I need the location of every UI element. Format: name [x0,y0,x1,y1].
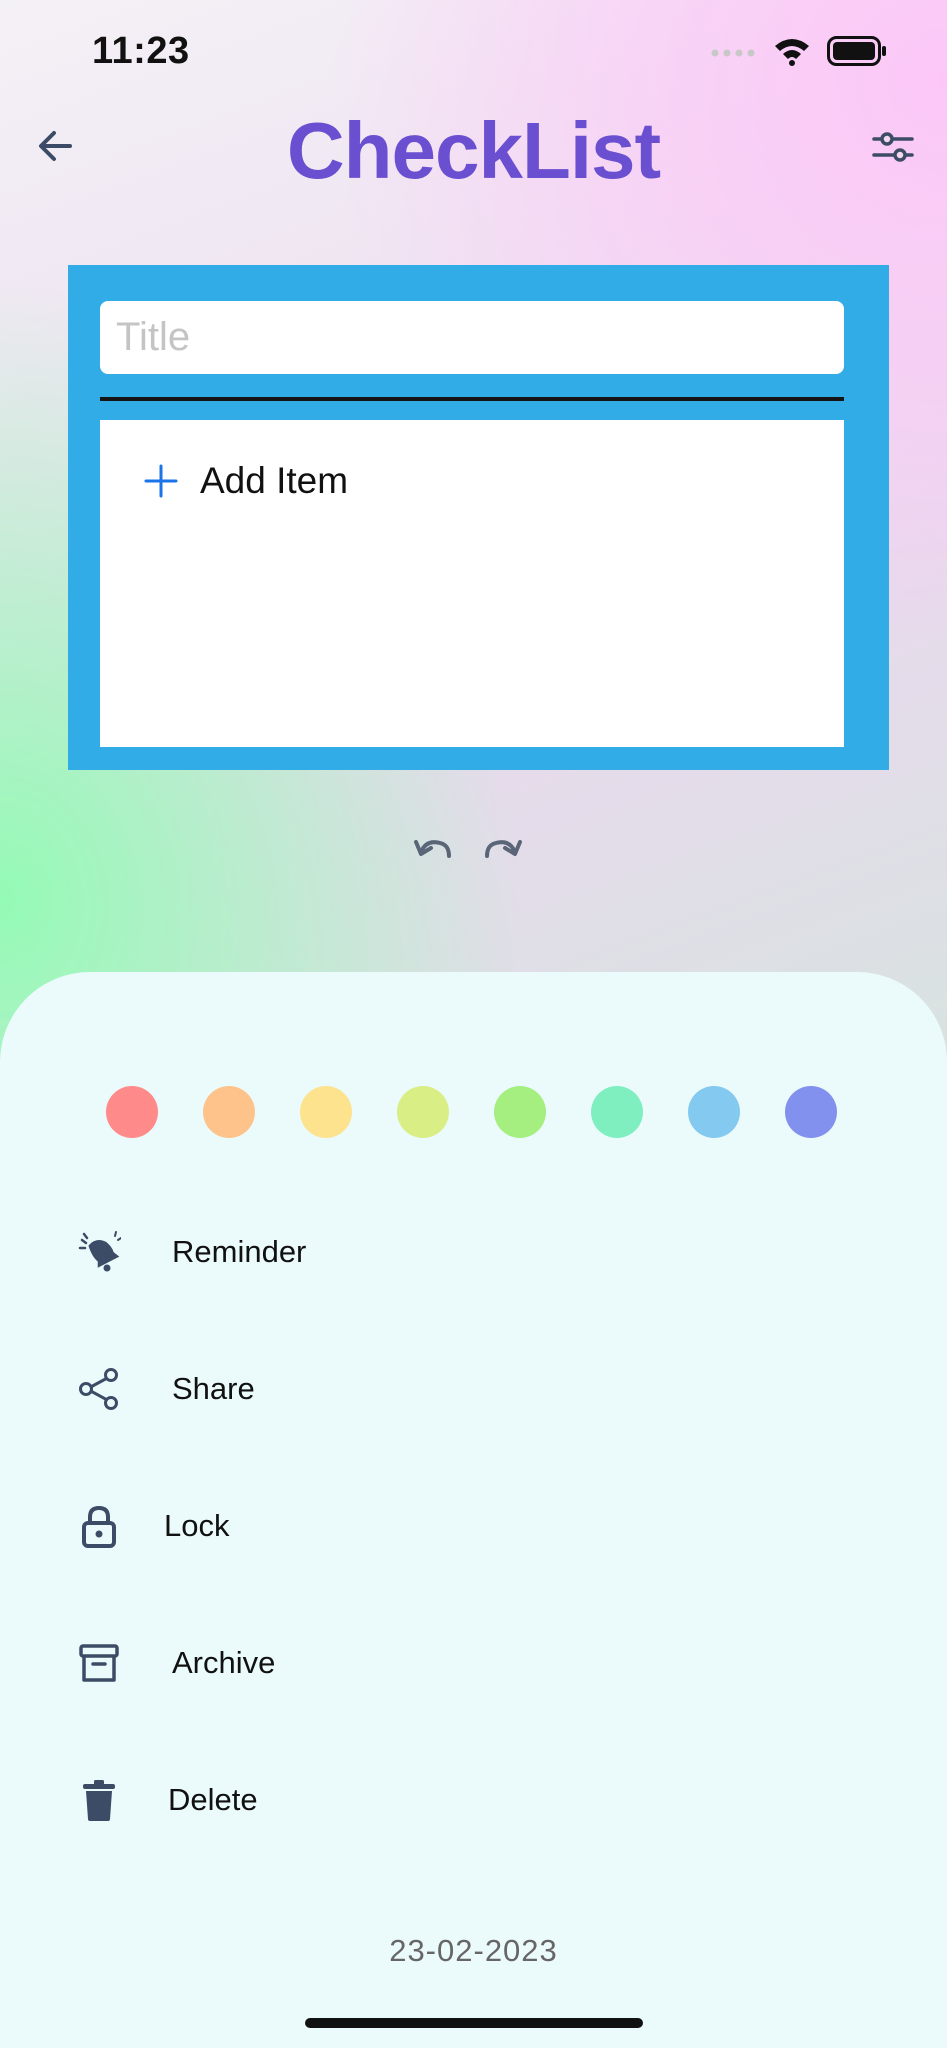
undo-button[interactable] [413,830,453,860]
color-picker [106,1086,837,1138]
checklist-items: Add Item [100,420,844,747]
page-title: CheckList [286,106,661,195]
menu-label: Lock [164,1508,230,1543]
lock-icon [76,1503,122,1549]
menu-item-reminder[interactable]: Reminder [76,1222,306,1282]
add-item-label: Add Item [200,460,349,501]
undo-redo-controls [413,830,523,860]
redo-icon [485,840,522,858]
sliders-icon [872,132,914,162]
filter-settings-button[interactable] [871,125,915,169]
color-swatch-green[interactable] [494,1086,546,1138]
home-indicator [305,2018,643,2028]
menu-label: Archive [172,1645,276,1680]
wifi-icon [773,36,811,71]
menu-label: Share [172,1371,255,1406]
checklist-card: Add Item [68,265,889,770]
share-icon [76,1366,122,1412]
menu-label: Reminder [172,1234,307,1269]
signal-icon [711,45,757,63]
options-sheet: Reminder Share Lock Archive Delete 23-02… [0,972,947,2048]
color-swatch-mint[interactable] [591,1086,643,1138]
title-divider [100,397,844,401]
color-swatch-lime[interactable] [397,1086,449,1138]
color-swatch-yellow[interactable] [300,1086,352,1138]
battery-icon [827,36,887,71]
color-swatch-sky[interactable] [688,1086,740,1138]
trash-icon [76,1777,122,1823]
status-bar: 11:23 [0,0,947,110]
color-swatch-red[interactable] [106,1086,158,1138]
status-icons [711,36,887,71]
note-date: 23-02-2023 [389,1933,558,1968]
status-time: 11:23 [92,30,190,72]
menu-item-archive[interactable]: Archive [76,1633,275,1693]
menu-label: Delete [168,1782,258,1817]
menu-item-lock[interactable]: Lock [76,1496,229,1556]
color-swatch-indigo[interactable] [785,1086,837,1138]
bell-icon [76,1229,122,1275]
menu-item-share[interactable]: Share [76,1359,255,1419]
app-header: CheckList [0,105,947,195]
color-swatch-orange[interactable] [203,1086,255,1138]
undo-icon [414,840,451,858]
add-item-button[interactable]: Add Item [144,460,348,502]
plus-icon [144,464,178,498]
archive-icon [76,1640,122,1686]
menu-item-delete[interactable]: Delete [76,1770,258,1830]
redo-button[interactable] [483,830,523,860]
title-input[interactable] [100,301,844,374]
